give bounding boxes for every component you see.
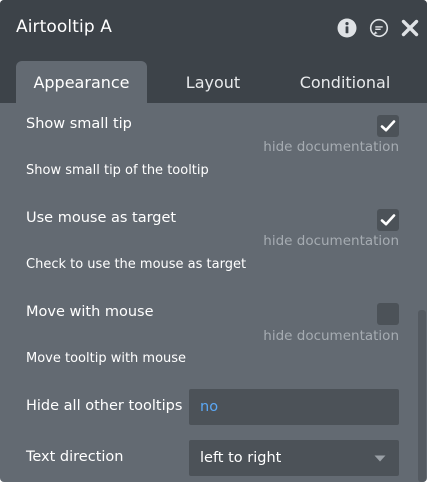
move-with-mouse-checkbox[interactable] (377, 303, 399, 325)
property-editor-panel: Airtooltip A Appearance Layout Condition… (0, 0, 427, 482)
hide-documentation-link[interactable]: hide documentation (263, 139, 399, 155)
panel-title: Airtooltip A (16, 17, 112, 37)
scrollbar[interactable] (418, 310, 426, 482)
comment-icon[interactable] (369, 18, 391, 40)
mouse-target-documentation: Check to use the mouse as target (26, 257, 247, 272)
show-small-tip-label: Show small tip (26, 116, 132, 132)
move-with-mouse-label: Move with mouse (26, 304, 154, 320)
hide-other-tooltips-value: no (200, 399, 219, 415)
tab-layout-label: Layout (185, 72, 241, 92)
checkmark-icon (380, 120, 396, 132)
hide-documentation-link[interactable]: hide documentation (263, 328, 399, 344)
panel-header: Airtooltip A (0, 0, 427, 55)
hide-other-tooltips-field[interactable]: no (189, 389, 399, 425)
tab-conditional[interactable]: Conditional (285, 61, 405, 103)
use-mouse-target-checkbox[interactable] (377, 209, 399, 231)
close-icon[interactable] (400, 18, 422, 40)
tab-layout[interactable]: Layout (160, 61, 266, 103)
hide-documentation-link[interactable]: hide documentation (263, 233, 399, 249)
chevron-down-icon (374, 455, 386, 462)
tab-conditional-label: Conditional (299, 72, 391, 92)
use-mouse-target-label: Use mouse as target (26, 210, 177, 226)
info-icon[interactable] (337, 18, 359, 40)
move-with-mouse-documentation: Move tooltip with mouse (26, 351, 187, 366)
tab-bar: Appearance Layout Conditional (0, 55, 427, 103)
show-small-tip-checkbox[interactable] (377, 115, 399, 137)
text-direction-dropdown[interactable]: left to right (189, 440, 399, 476)
checkmark-icon (380, 214, 396, 226)
small-tip-documentation: Show small tip of the tooltip (26, 163, 209, 178)
tab-appearance-label: Appearance (33, 72, 130, 92)
hide-other-tooltips-label: Hide all other tooltips (26, 398, 183, 414)
tab-appearance[interactable]: Appearance (16, 61, 147, 103)
text-direction-label: Text direction (26, 449, 124, 465)
text-direction-value: left to right (200, 450, 282, 466)
